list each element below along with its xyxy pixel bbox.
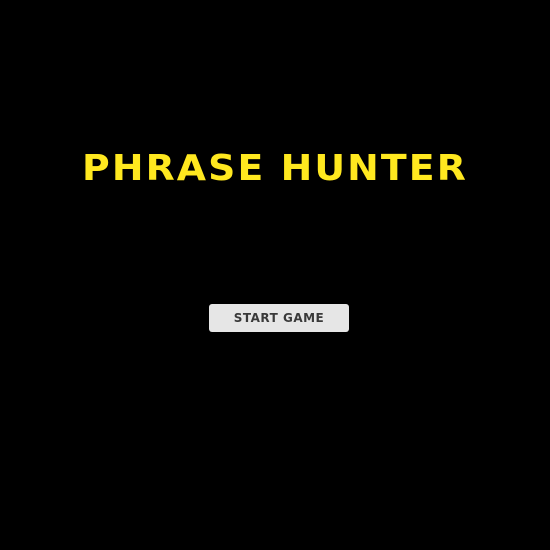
start-overlay: PHRASE HUNTER START GAME <box>0 0 550 550</box>
game-title: PHRASE HUNTER <box>82 148 468 189</box>
start-game-button[interactable]: START GAME <box>209 304 349 332</box>
